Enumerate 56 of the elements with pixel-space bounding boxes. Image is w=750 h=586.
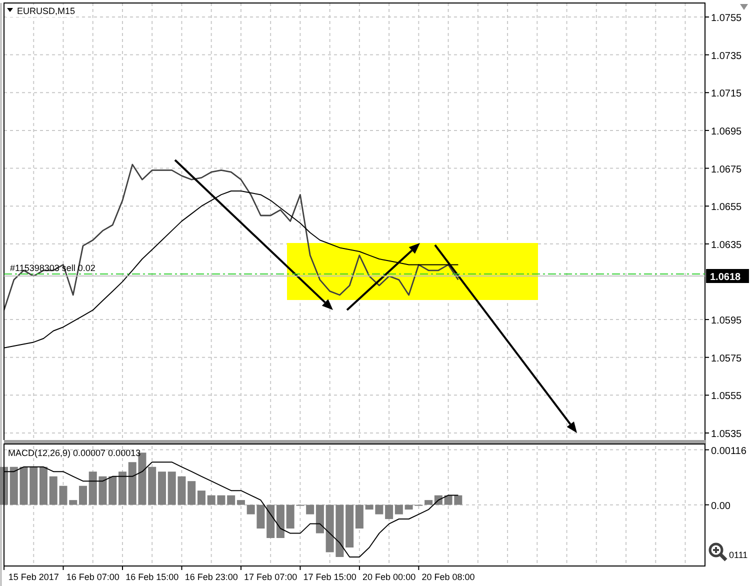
- histogram-bar: [286, 504, 294, 529]
- histogram-bar: [266, 504, 275, 538]
- price-tag: 1.0618: [706, 269, 749, 283]
- time-axis-label: 20 Feb 00:00: [362, 572, 416, 582]
- histogram-bar: [40, 466, 48, 505]
- histogram-bar: [178, 476, 186, 505]
- axis-label: 1.0675: [711, 164, 742, 176]
- histogram-bar: [246, 504, 255, 514]
- time-axis-label: 15 Feb 2017: [8, 572, 59, 582]
- histogram-bar: [128, 462, 136, 505]
- histogram-bar: [49, 476, 58, 505]
- histogram-bar: [20, 466, 28, 505]
- axis-label: 1.0755: [711, 13, 742, 24]
- time-axis-label: 16 Feb 23:00: [184, 572, 238, 582]
- axis-label: 1.0655: [711, 202, 742, 214]
- histogram-bar: [217, 495, 226, 505]
- histogram-bar: [336, 504, 344, 557]
- time-axis-label: 17 Feb 15:00: [303, 572, 356, 582]
- histogram-bar: [30, 466, 38, 505]
- histogram-bar: [108, 476, 117, 505]
- histogram-bar: [88, 472, 97, 505]
- time-axis-label: 16 Feb 15:00: [126, 572, 179, 582]
- histogram-bar: [454, 495, 462, 505]
- symbol-label: EURUSD,M15: [17, 6, 76, 16]
- histogram-bar: [326, 504, 334, 552]
- time-axis-label: 20 Feb 08:00: [422, 572, 475, 582]
- shift-marker-icon[interactable]: [740, 4, 748, 10]
- histogram-bar: [158, 472, 166, 505]
- histogram-bar: [10, 466, 18, 505]
- axis-label: 0111: [729, 550, 748, 560]
- axis-label: 1.0595: [711, 316, 742, 327]
- histogram-bar: [375, 504, 384, 514]
- time-axis-label: 16 Feb 07:00: [66, 572, 120, 582]
- axis-label: 1.0715: [711, 88, 742, 100]
- axis-label: 0.00116: [711, 446, 746, 457]
- histogram-bar: [365, 504, 374, 510]
- histogram-bar: [168, 472, 176, 505]
- histogram-bar: [98, 476, 107, 505]
- histogram-bar: [118, 472, 126, 505]
- histogram-bar: [276, 504, 284, 538]
- histogram-bar: [404, 504, 413, 510]
- histogram-bar: [59, 486, 68, 505]
- zoom-icon[interactable]: [708, 542, 728, 562]
- axis-label: 1.0535: [711, 429, 742, 440]
- axis-label: 1.0555: [711, 391, 742, 402]
- histogram-bar: [207, 495, 216, 505]
- histogram-bar: [148, 466, 156, 505]
- axis-label: 1.0735: [711, 50, 742, 62]
- axis-label: 0.00: [711, 500, 730, 512]
- axis-label: 1.0575: [711, 353, 742, 364]
- histogram-bar: [256, 504, 265, 529]
- caret-icon[interactable]: [7, 8, 13, 12]
- axis-label: 1.0635: [711, 240, 742, 251]
- axis-label: 1.0695: [711, 126, 742, 138]
- time-axis-label: 17 Feb 07:00: [244, 572, 298, 582]
- indicator-label: MACD(12,26,9) 0.00007 0.00013: [8, 448, 141, 458]
